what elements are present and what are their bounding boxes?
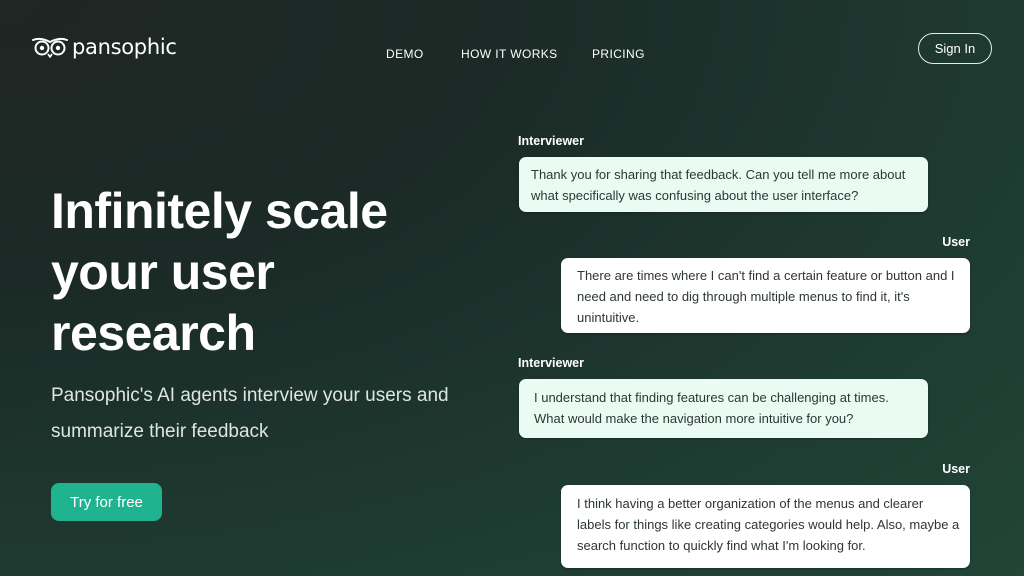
speaker-label-interviewer: Interviewer — [518, 356, 585, 370]
hero-subtitle: Pansophic's AI agents interview your use… — [51, 385, 449, 442]
interviewer-message: Thank you for sharing that feedback. Can… — [519, 157, 928, 212]
speaker-label-user: User — [942, 462, 970, 476]
try-for-free-button[interactable]: Try for free — [51, 483, 162, 521]
sign-in-button[interactable]: Sign In — [918, 33, 992, 64]
interviewer-message: I understand that finding features can b… — [519, 379, 928, 438]
hero-title: Infinitely scale your user research — [51, 183, 388, 361]
nav-link-how-it-works[interactable]: HOW IT WORKS — [461, 47, 558, 61]
nav-link-pricing[interactable]: PRICING — [592, 47, 645, 61]
nav-link-demo[interactable]: DEMO — [386, 47, 424, 61]
speaker-label-interviewer: Interviewer — [518, 134, 585, 148]
main-nav: DEMO HOW IT WORKS PRICING — [0, 47, 1024, 63]
speaker-label-user: User — [942, 235, 970, 249]
user-message: There are times where I can't find a cer… — [561, 258, 970, 333]
user-message: I think having a better organization of … — [561, 485, 970, 568]
